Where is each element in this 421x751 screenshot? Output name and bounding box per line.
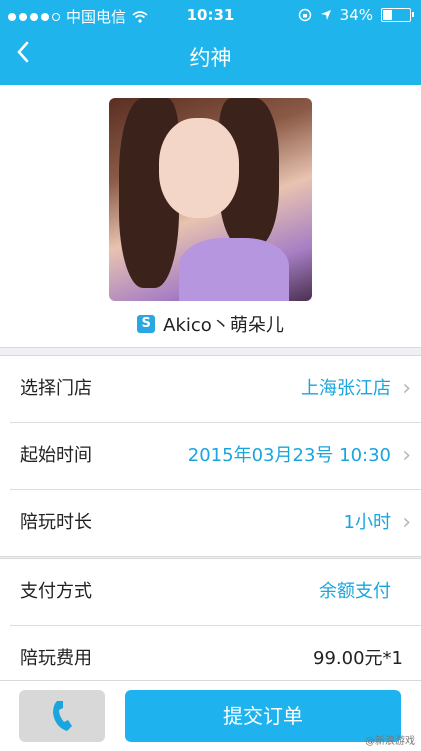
payment-section: 支付方式 余额支付 陪玩费用 99.00元*1: [0, 558, 421, 693]
payment-method-value: 余额支付: [319, 581, 391, 602]
order-options: 选择门店 上海张江店 › 起始时间 2015年03月23号 10:30 › 陪玩…: [0, 355, 421, 557]
start-time-value: 2015年03月23号 10:30: [187, 445, 391, 466]
payment-method-label: 支付方式: [20, 581, 92, 602]
chevron-right-icon: ›: [402, 443, 411, 468]
duration-label: 陪玩时长: [20, 512, 92, 533]
location-arrow-icon: [320, 10, 331, 20]
duration-value: 1小时: [343, 512, 391, 533]
profile-name-row: S Akico丶萌朵儿: [0, 311, 421, 337]
profile-card: S Akico丶萌朵儿: [0, 85, 421, 348]
battery-percent: 34%: [339, 6, 373, 24]
chevron-right-icon: ›: [402, 510, 411, 535]
store-value: 上海张江店: [301, 378, 391, 399]
submit-order-button[interactable]: 提交订单: [125, 690, 401, 742]
start-time-row[interactable]: 起始时间 2015年03月23号 10:30 ›: [10, 423, 421, 490]
start-time-label: 起始时间: [20, 445, 92, 466]
store-row[interactable]: 选择门店 上海张江店 ›: [10, 356, 421, 423]
avatar-photo[interactable]: [109, 98, 312, 301]
payment-method-row[interactable]: 支付方式 余额支付: [10, 559, 421, 626]
status-bar: 中国电信 10:31 34%: [0, 0, 421, 30]
watermark: @新浪游戏: [365, 736, 415, 747]
s-badge-icon: S: [137, 315, 156, 333]
page-title: 约神: [189, 46, 232, 70]
phone-icon: [53, 701, 72, 731]
rotation-lock-icon: [298, 8, 311, 22]
store-label: 选择门店: [20, 378, 92, 399]
profile-name: Akico丶萌朵儿: [163, 315, 284, 336]
chevron-right-icon: ›: [402, 376, 411, 401]
bottom-action-bar: 提交订单 @新浪游戏: [0, 680, 421, 751]
battery-icon: [381, 8, 414, 22]
call-button[interactable]: [19, 690, 105, 742]
status-right: 34%: [298, 6, 414, 24]
duration-row[interactable]: 陪玩时长 1小时 ›: [10, 490, 421, 556]
app-header: 中国电信 10:31 34% 约神: [0, 0, 421, 85]
